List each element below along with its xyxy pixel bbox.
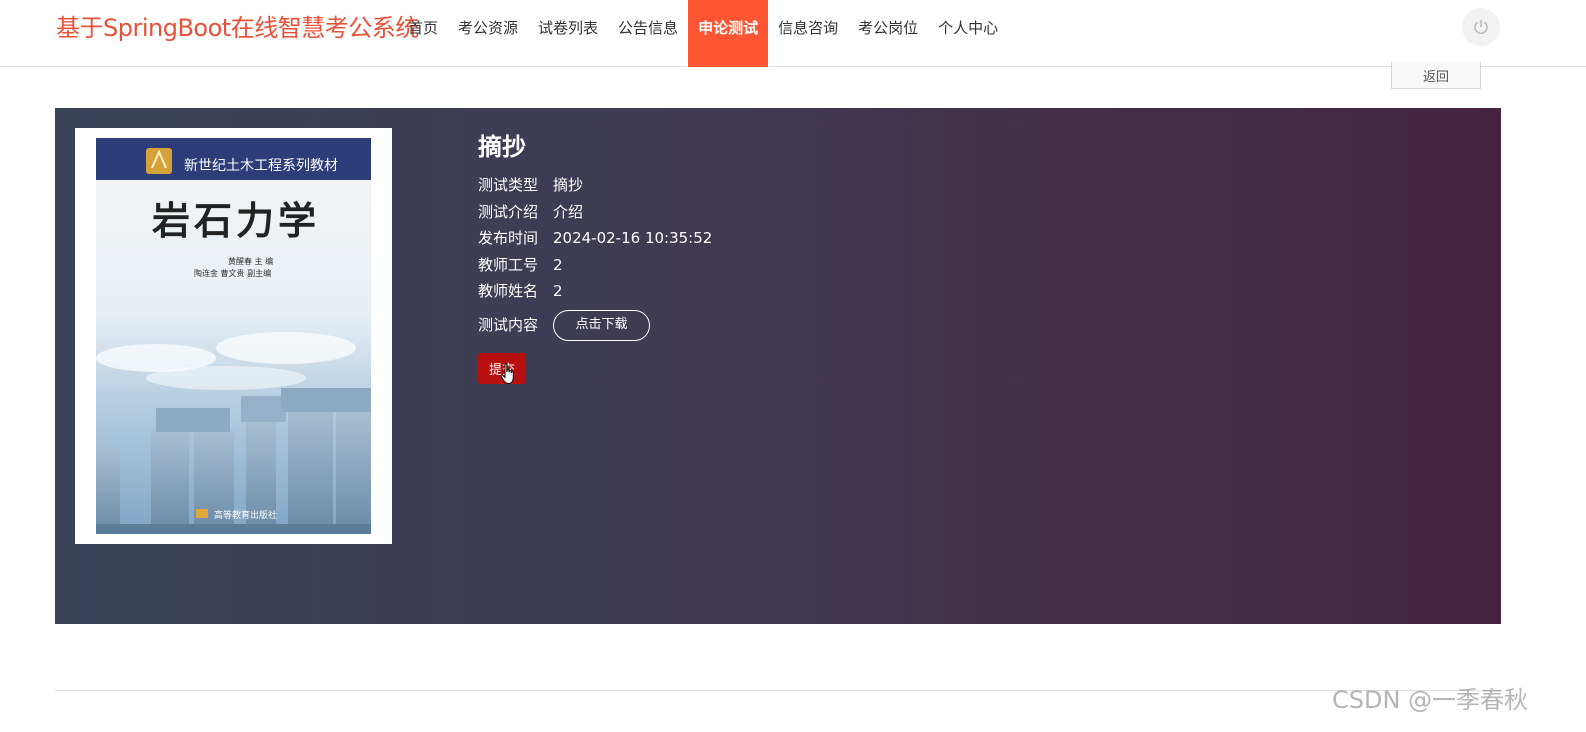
field-row-intro: 测试介绍 介绍 [478,199,712,226]
nav-item-essay-test[interactable]: 申论测试 [688,0,769,67]
test-info: 摘抄 测试类型 摘抄 测试介绍 介绍 发布时间 2024-02-16 10:35… [478,130,712,384]
publisher-logo-icon [196,509,208,518]
field-row-teacher-name: 教师姓名 2 [478,278,712,305]
field-row-publish-time: 发布时间 2024-02-16 10:35:52 [478,225,712,252]
detail-panel: 新世纪土木工程系列教材 岩石力学 黄醒春 主 编 陶连金 曹文贵 副主编 高等教… [55,108,1501,624]
site-title[interactable]: 基于SpringBoot在线智慧考公系统 [56,12,419,44]
field-row-teacher-id: 教师工号 2 [478,252,712,279]
nav-item-home[interactable]: 首页 [408,0,448,55]
hand-cursor-icon [500,362,514,384]
field-label: 测试类型 [478,176,539,194]
field-value: 摘抄 [553,176,584,194]
field-row-content: 测试内容 点击下载 [478,307,712,345]
field-label: 教师姓名 [478,282,539,300]
book-cover-art: 新世纪土木工程系列教材 岩石力学 黄醒春 主 编 陶连金 曹文贵 副主编 高等教… [96,138,371,534]
nav-item-resources[interactable]: 考公资源 [448,0,528,55]
field-value: 2 [553,282,563,300]
nav-item-consultation[interactable]: 信息咨询 [768,0,848,55]
back-button[interactable]: 返回 [1391,62,1481,89]
logout-button[interactable] [1462,8,1500,46]
cover-editors-line2: 陶连金 曹文贵 副主编 [194,268,271,278]
nav-item-profile[interactable]: 个人中心 [928,0,1008,55]
book-cover-image: 新世纪土木工程系列教材 岩石力学 黄醒春 主 编 陶连金 曹文贵 副主编 高等教… [96,138,371,534]
cover-publisher: 高等教育出版社 [214,509,277,521]
main-nav: 首页 考公资源 试卷列表 公告信息 申论测试 信息咨询 考公岗位 个人中心 [408,0,1008,67]
cover-editors-line1: 黄醒春 主 编 [228,256,273,266]
field-value: 2 [553,255,563,274]
field-row-type: 测试类型 摘抄 [478,172,712,199]
cover-emblem-icon [146,148,172,174]
field-value: 介绍 [553,202,584,221]
nav-item-exam-papers[interactable]: 试卷列表 [528,0,608,55]
cover-book-title: 岩石力学 [152,198,320,243]
watermark-text: CSDN @一季春秋 [1332,686,1529,714]
submit-button[interactable]: 提交 [478,352,526,384]
cover-frame: 新世纪土木工程系列教材 岩石力学 黄醒春 主 编 陶连金 曹文贵 副主编 高等教… [75,128,392,544]
footer-divider [55,690,1501,691]
power-icon [1474,19,1488,34]
nav-item-positions[interactable]: 考公岗位 [848,0,928,55]
nav-item-announcements[interactable]: 公告信息 [608,0,688,55]
top-header: 基于SpringBoot在线智慧考公系统 首页 考公资源 试卷列表 公告信息 申… [0,0,1586,67]
field-label: 发布时间 [478,229,539,247]
test-title: 摘抄 [478,133,526,161]
download-button[interactable]: 点击下载 [553,310,650,341]
field-label: 测试介绍 [478,202,539,221]
cover-series: 新世纪土木工程系列教材 [184,158,338,174]
field-label: 测试内容 [478,316,539,335]
field-label: 教师工号 [478,255,539,274]
field-value: 2024-02-16 10:35:52 [553,229,713,247]
